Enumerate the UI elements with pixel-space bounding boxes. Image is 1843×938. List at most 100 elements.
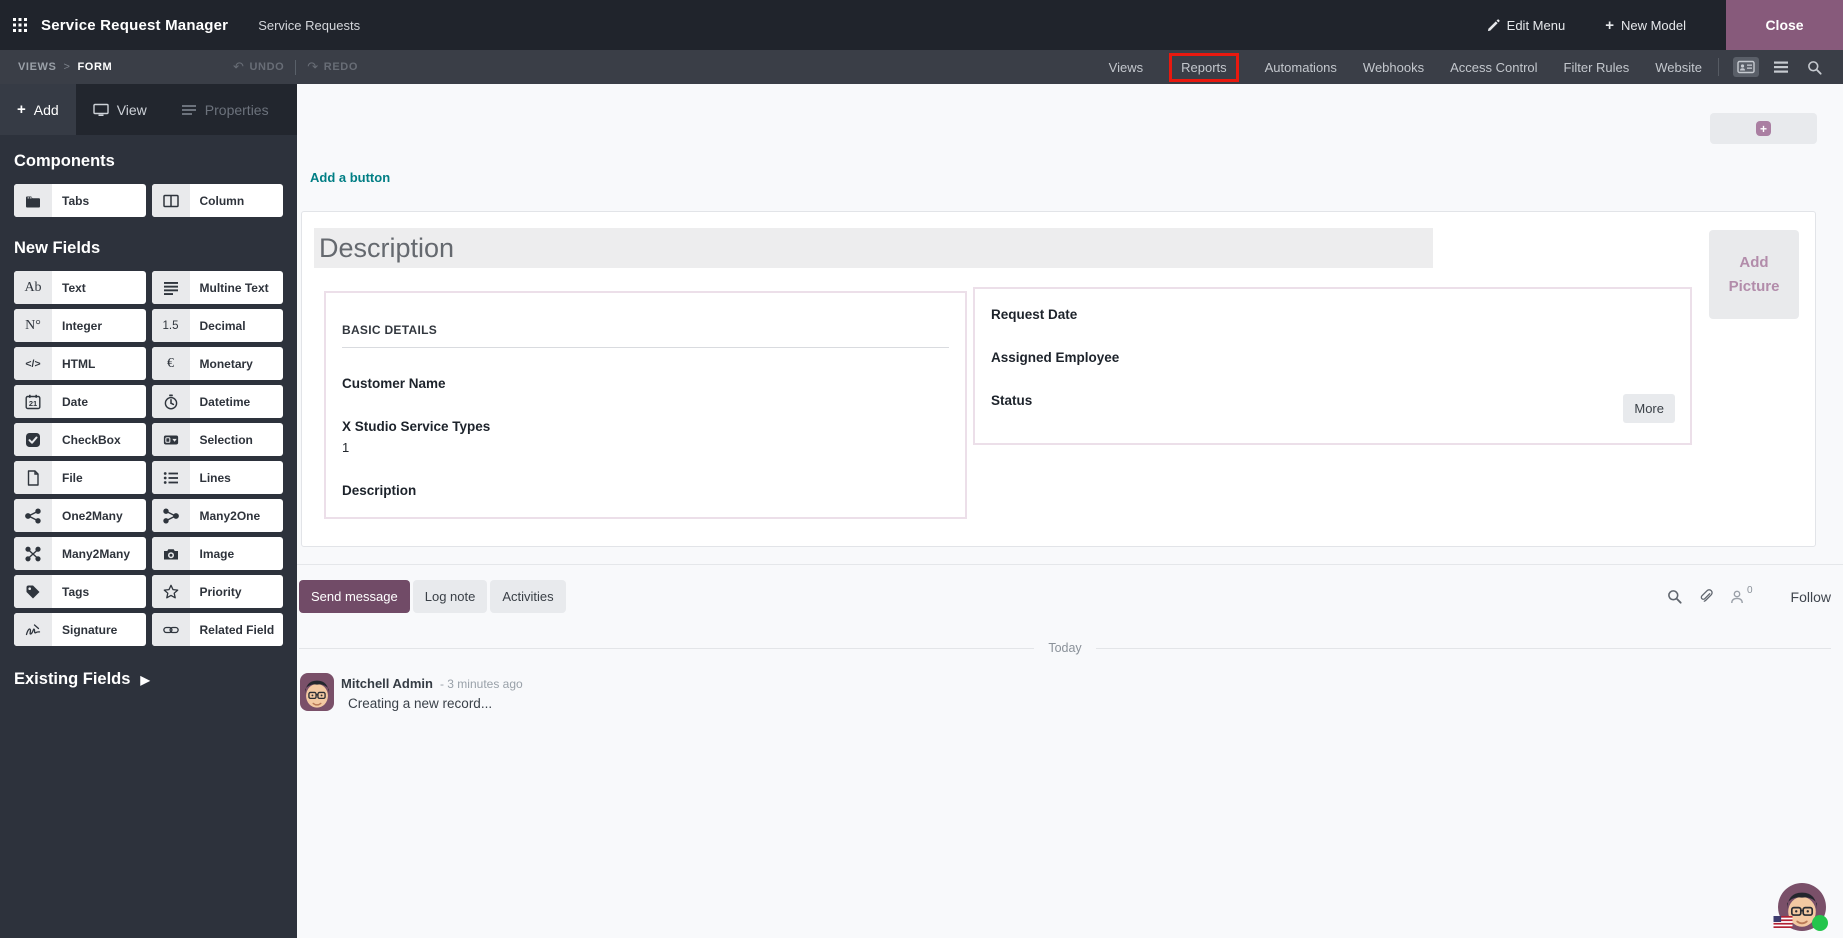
message-timestamp: - 3 minutes ago [439, 677, 523, 691]
component-related-field[interactable]: Related Field [151, 613, 283, 646]
new-model-button[interactable]: + New Model [1605, 18, 1686, 33]
form-field-status[interactable]: Status [991, 394, 1674, 408]
log-note-button[interactable]: Log note [412, 580, 488, 613]
component-lines[interactable]: Lines [151, 461, 283, 494]
menu-item-service-requests[interactable]: Service Requests [258, 18, 360, 33]
undo-button[interactable]: ↶ UNDO [233, 59, 284, 75]
edit-menu-button[interactable]: Edit Menu [1487, 18, 1565, 33]
component-label: Selection [199, 432, 253, 447]
component-monetary[interactable]: € Monetary [151, 347, 283, 380]
component-label: Integer [62, 318, 103, 333]
user-presence-avatar[interactable] [1778, 883, 1828, 931]
pencil-icon [1487, 19, 1500, 32]
add-picture-button[interactable]: Add Picture [1709, 230, 1799, 319]
message-body: Mitchell Admin - 3 minutes ago Creating … [341, 673, 523, 711]
component-tags[interactable]: Tags [14, 575, 146, 608]
form-title-field[interactable]: Description [314, 228, 1433, 268]
search-view-icon[interactable] [1803, 57, 1826, 78]
form-field-description[interactable]: Description [342, 484, 949, 498]
search-messages-icon[interactable] [1667, 589, 1682, 604]
list-view-icon[interactable] [1769, 57, 1793, 77]
sidebar-tab-view[interactable]: View [76, 84, 164, 135]
component-priority[interactable]: Priority [151, 575, 283, 608]
sidebar-tab-add[interactable]: + Add [0, 84, 76, 135]
breadcrumb-form: FORM [77, 61, 113, 73]
section-title-new-fields: New Fields [14, 239, 101, 257]
component-integer[interactable]: N° Integer [14, 309, 146, 342]
chatter-toolbar: Send message Log note Activities 0 Follo… [299, 580, 1831, 613]
form-field-x-studio-service-types[interactable]: X Studio Service Types 1 [342, 420, 949, 455]
image-icon [151, 537, 190, 570]
status-group[interactable]: Request Date Assigned Employee Status More [973, 287, 1692, 445]
form-field-assigned-employee[interactable]: Assigned Employee [991, 351, 1674, 365]
tab-webhooks[interactable]: Webhooks [1363, 52, 1424, 83]
component-image[interactable]: Image [151, 537, 283, 570]
chatter-icons: 0 Follow [1667, 585, 1831, 605]
component-multine-text[interactable]: Multine Text [151, 271, 283, 304]
undo-label: UNDO [249, 61, 285, 73]
component-text[interactable]: Ab Text [14, 271, 146, 304]
redo-button[interactable]: ↷ REDO [307, 59, 358, 75]
followers-icon[interactable]: 0 [1729, 585, 1753, 605]
form-view-icon[interactable] [1733, 57, 1759, 77]
tab-filter-rules[interactable]: Filter Rules [1564, 52, 1630, 83]
form-field-customer-name[interactable]: Customer Name [342, 377, 949, 391]
tab-reports[interactable]: Reports [1169, 52, 1239, 82]
component-signature[interactable]: Signature [14, 613, 146, 646]
activities-button[interactable]: Activities [490, 580, 566, 613]
send-message-button[interactable]: Send message [299, 580, 410, 613]
component-decimal[interactable]: 1.5 Decimal [151, 309, 283, 342]
tab-automations[interactable]: Automations [1265, 52, 1337, 83]
component-date[interactable]: Date [14, 385, 146, 418]
component-tabs[interactable]: Tabs [14, 184, 146, 217]
plus-icon: + [1756, 121, 1771, 136]
app-title[interactable]: Service Request Manager [41, 17, 228, 34]
form-field-request-date[interactable]: Request Date [991, 308, 1674, 322]
field-label: Assigned Employee [991, 350, 1120, 365]
component-datetime[interactable]: Datetime [151, 385, 283, 418]
basic-details-group[interactable]: BASIC DETAILS Customer Name X Studio Serv… [324, 291, 967, 519]
component-file[interactable]: File [14, 461, 146, 494]
component-label: Date [62, 394, 89, 409]
component-label: Tags [62, 584, 90, 599]
avatar [300, 673, 334, 711]
component-html[interactable]: </> HTML [14, 347, 146, 380]
tab-views[interactable]: Views [1109, 52, 1143, 83]
field-grid-new-fields: Ab Text Multine Text N° Integer 1.5 Decimal </>… [14, 271, 283, 646]
breadcrumb: VIEWS > FORM [18, 61, 112, 73]
component-many2many[interactable]: Many2Many [14, 537, 146, 570]
component-column[interactable]: Column [151, 184, 283, 217]
decimal-icon: 1.5 [151, 309, 190, 342]
field-label: Customer Name [342, 376, 446, 391]
attachment-icon[interactable] [1698, 589, 1713, 604]
html-icon: </> [14, 347, 52, 380]
new-model-label: New Model [1620, 17, 1686, 33]
component-label: Priority [199, 584, 242, 599]
more-button[interactable]: More [1623, 394, 1675, 423]
tab-access-control[interactable]: Access Control [1450, 52, 1537, 83]
breadcrumb-views[interactable]: VIEWS [18, 61, 56, 73]
component-one2many[interactable]: One2Many [14, 499, 146, 532]
undo-redo-group: ↶ UNDO ↷ REDO [233, 50, 358, 84]
many2one-icon [151, 499, 190, 532]
sidebar-tab-properties[interactable]: Properties [164, 84, 286, 135]
tab-website[interactable]: Website [1655, 52, 1702, 83]
component-label: Text [62, 280, 86, 295]
monitor-icon [93, 103, 109, 117]
signature-icon [14, 613, 52, 646]
chatter-divider [297, 564, 1843, 565]
close-studio-button[interactable]: Close [1726, 0, 1843, 50]
component-checkbox[interactable]: CheckBox [14, 423, 146, 456]
add-a-button-link[interactable]: Add a button [310, 170, 390, 185]
component-label: Many2One [199, 508, 261, 523]
existing-fields-toggle[interactable]: Existing Fields ▶ [14, 670, 283, 689]
toolbar-divider [1718, 58, 1719, 76]
component-many2one[interactable]: Many2One [151, 499, 283, 532]
component-selection[interactable]: Selection [151, 423, 283, 456]
follow-button[interactable]: Follow [1791, 589, 1831, 605]
field-value: 1 [342, 440, 350, 455]
component-label: CheckBox [62, 432, 121, 447]
apps-grid-icon[interactable] [13, 18, 27, 32]
many2many-icon [14, 537, 52, 570]
add-widget-button[interactable]: + [1710, 113, 1817, 144]
